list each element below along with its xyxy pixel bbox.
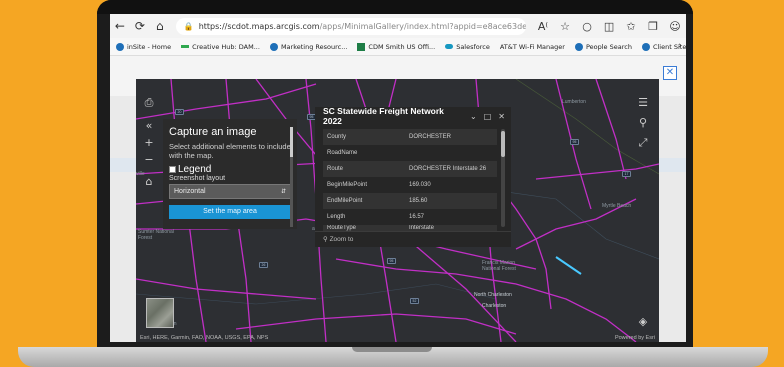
powered-by-esri[interactable]: Powered by Esri: [615, 335, 655, 341]
zoom-to-button[interactable]: ⚲ Zoom to: [315, 231, 511, 247]
popup-scrollbar[interactable]: [501, 129, 505, 227]
profile-icon[interactable]: ☺: [664, 20, 686, 33]
favorite-icon: [574, 42, 583, 51]
refresh-icon[interactable]: ⟳: [130, 19, 150, 33]
zoom-icon: ⚲: [323, 235, 328, 243]
close-icon[interactable]: ✕: [663, 66, 677, 80]
laptop-screen: ← ⟳ ⌂ 🔒 https://scdot.maps.arcgis.com/ap…: [110, 14, 686, 342]
place-label: ville: [136, 171, 145, 177]
popup-attribute-table: County DORCHESTER RoadName Route DORCHESTE…: [323, 129, 497, 231]
popup-title: SC Statewide Freight Network 2022: [323, 106, 444, 126]
place-label: Francis Marion National Forest: [482, 260, 516, 272]
expand-icon[interactable]: ⤢: [636, 136, 650, 150]
table-row: Length 16.57: [327, 214, 425, 220]
legend-label: Legend: [178, 164, 212, 175]
web-page: ✕ ⎙ « + − ⌂ ☰ ⚲ ⤢ ◈ Lumberton Myrtle Bea…: [110, 56, 686, 342]
feature-popup: SC Statewide Freight Network 2022 ⌄ □ ✕ …: [315, 106, 511, 247]
screenshot-layout-label: Screenshot layout: [169, 175, 226, 182]
favorite-people-search[interactable]: People Search: [574, 42, 632, 51]
selected-segment: [555, 256, 582, 275]
layout-value: Horizontal: [174, 188, 206, 195]
favorite-icon: [116, 42, 124, 51]
favorite-insite[interactable]: inSite - Home: [116, 42, 171, 51]
home-icon[interactable]: ⌂: [150, 19, 170, 33]
collapse-icon[interactable]: «: [142, 119, 156, 133]
table-row: Route DORCHESTER Interstate 26: [323, 161, 497, 177]
popup-header: SC Statewide Freight Network 2022 ⌄ □ ✕: [315, 106, 511, 126]
close-icon[interactable]: ✕: [498, 112, 505, 121]
table-row: County DORCHESTER: [323, 129, 497, 145]
favorite-marketing[interactable]: Marketing Resourc...: [269, 42, 347, 51]
favorite-cdm-smith[interactable]: CDM Smith US Offi...: [357, 42, 435, 51]
table-row: BeginMilePoint 169.030: [327, 182, 431, 188]
home-view-icon[interactable]: ⌂: [142, 175, 156, 189]
capture-title: Capture an image: [169, 126, 257, 138]
favorites-bar: inSite - Home Creative Hub: DAM... Marke…: [110, 38, 686, 56]
search-icon[interactable]: ⚲: [636, 116, 650, 130]
favorite-att-wifi[interactable]: AT&T Wi-Fi Manager: [500, 43, 565, 51]
dock-icon[interactable]: □: [484, 112, 492, 121]
basemap-icon[interactable]: ◈: [636, 315, 650, 329]
cloud-icon: [445, 44, 454, 49]
highway-shield: 95: [387, 258, 396, 264]
zoom-in-icon[interactable]: +: [142, 136, 156, 150]
highway-shield: 95: [570, 139, 579, 145]
table-row: EndMilePoint 185.60: [323, 193, 497, 209]
laptop-bezel: [97, 0, 693, 14]
table-row: RoadName: [327, 150, 358, 156]
place-label: North Charleston: [474, 292, 512, 298]
read-aloud-icon[interactable]: A⁽: [532, 20, 554, 33]
place-label: Charleston: [482, 303, 507, 309]
chevron-down-icon[interactable]: ⌄: [470, 112, 477, 121]
set-map-area-button[interactable]: Set the map area: [169, 205, 291, 219]
zoom-out-icon[interactable]: −: [142, 153, 156, 167]
highway-shield: 52: [410, 298, 419, 304]
url-path: /apps/MinimalGallery/index.html?appid=e8…: [319, 21, 527, 31]
menu-icon[interactable]: ☰: [636, 96, 650, 110]
panel-scrollbar[interactable]: [290, 127, 293, 227]
collections-icon[interactable]: ❐: [642, 20, 664, 33]
capture-subtitle: Select additional elements to include wi…: [169, 142, 291, 160]
favorites-icon[interactable]: ✩: [620, 20, 642, 33]
split-screen-icon[interactable]: ◫: [598, 20, 620, 33]
favorite-icon: [181, 45, 190, 48]
star-icon[interactable]: ☆: [554, 20, 576, 33]
highway-shield: 26: [259, 262, 268, 268]
address-bar[interactable]: 🔒 https://scdot.maps.arcgis.com/apps/Min…: [175, 17, 527, 35]
place-label: Sumter National Forest: [138, 229, 174, 241]
basemap-thumbnail[interactable]: [146, 298, 174, 328]
lock-icon: 🔒: [183, 21, 194, 31]
select-arrows-icon: ⇵: [280, 188, 286, 195]
favorite-icon: [357, 42, 366, 51]
screenshot-layout-select[interactable]: Horizontal ⇵: [169, 184, 291, 199]
highway-shield: 20: [175, 109, 184, 115]
zoom-to-label: Zoom to: [329, 236, 354, 243]
favorite-salesforce[interactable]: Salesforce: [445, 43, 490, 51]
map-attribution: Esri, HERE, Garmin, FAO, NOAA, USGS, EPA…: [140, 335, 269, 341]
legend-checkbox-row[interactable]: Legend: [169, 164, 291, 175]
capture-image-panel: Capture an image Select additional eleme…: [163, 119, 297, 229]
favorite-icon: [641, 42, 650, 51]
laptop-notch: [352, 347, 432, 352]
extensions-icon[interactable]: ○: [576, 20, 598, 33]
chevron-right-icon[interactable]: ›: [678, 41, 682, 51]
favorite-icon: [269, 42, 278, 51]
browser-toolbar: ← ⟳ ⌂ 🔒 https://scdot.maps.arcgis.com/ap…: [110, 14, 686, 38]
url-host: https://scdot.maps.arcgis.com: [198, 21, 320, 31]
print-icon[interactable]: ⎙: [142, 96, 156, 110]
place-label: Myrtle Beach: [602, 203, 632, 209]
legend-checkbox[interactable]: [169, 166, 176, 173]
highway-shield: 17: [622, 171, 631, 177]
back-arrow-icon[interactable]: ←: [110, 19, 130, 33]
favorite-creative-hub[interactable]: Creative Hub: DAM...: [181, 43, 260, 51]
place-label: Lumberton: [562, 99, 586, 105]
